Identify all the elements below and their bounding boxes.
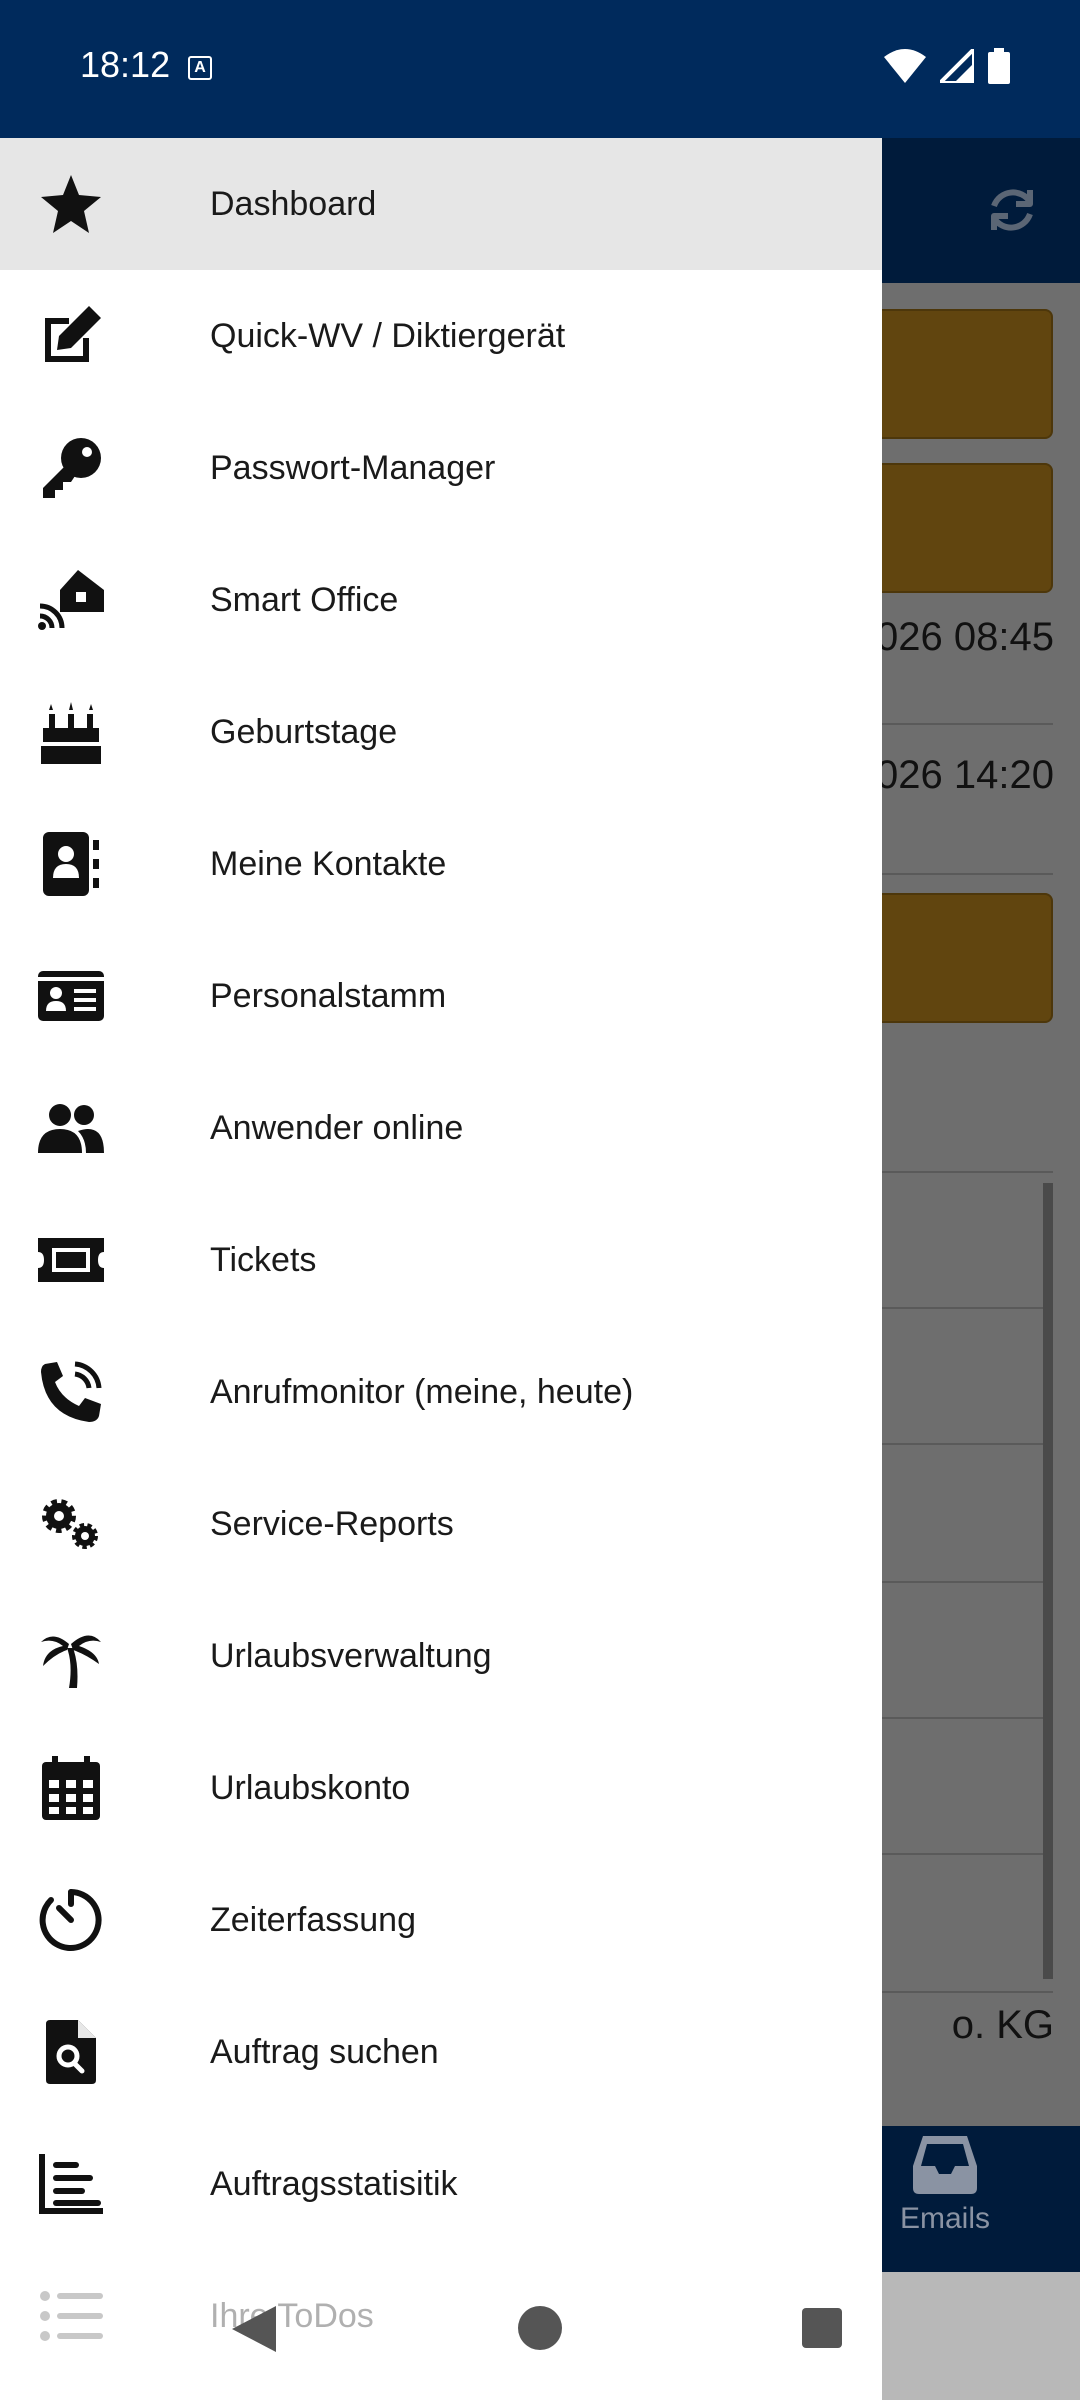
- star-icon: [36, 172, 106, 236]
- row-text: o. KG: [951, 2003, 1054, 2047]
- drawer-item-tickets[interactable]: Tickets: [0, 1194, 882, 1326]
- wifi-icon: [884, 49, 926, 83]
- drawer-item-label: Passwort-Manager: [210, 449, 496, 487]
- drawer-item-label: Service-Reports: [210, 1505, 454, 1543]
- home-icon[interactable]: [518, 2306, 562, 2350]
- drawer-item-service-reports[interactable]: Service-Reports: [0, 1458, 882, 1590]
- drawer-item-anrufmonitor[interactable]: Anrufmonitor (meine, heute): [0, 1326, 882, 1458]
- scrollbar[interactable]: [1043, 1183, 1053, 1979]
- drawer-item-quick-wv[interactable]: Quick-WV / Diktiergerät: [0, 270, 882, 402]
- birthday-cake-icon: [36, 700, 106, 764]
- address-book-icon: [36, 832, 106, 896]
- back-icon[interactable]: [232, 2306, 276, 2352]
- drawer-item-meine-kontakte[interactable]: Meine Kontakte: [0, 798, 882, 930]
- key-icon: [36, 436, 106, 500]
- drawer-item-urlaubsverwaltung[interactable]: Urlaubsverwaltung: [0, 1590, 882, 1722]
- drawer-item-smart-office[interactable]: Smart Office: [0, 534, 882, 666]
- inbox-icon: [913, 2136, 977, 2194]
- signal-icon: [940, 49, 974, 83]
- drawer-item-label: Anrufmonitor (meine, heute): [210, 1373, 634, 1411]
- file-search-icon: [36, 2020, 106, 2084]
- drawer-item-anwender-online[interactable]: Anwender online: [0, 1062, 882, 1194]
- drawer-item-label: Meine Kontakte: [210, 845, 447, 883]
- drawer-item-auftrag-suchen[interactable]: Auftrag suchen: [0, 1986, 882, 2118]
- system-icons: [884, 48, 1010, 84]
- row-text: 026 14:20: [876, 753, 1054, 797]
- drawer-item-label: Zeiterfassung: [210, 1901, 416, 1939]
- drawer-item-label: Quick-WV / Diktiergerät: [210, 317, 566, 355]
- ticket-icon: [36, 1228, 106, 1292]
- phone-volume-icon: [36, 1360, 106, 1424]
- drawer-item-passwort-manager[interactable]: Passwort-Manager: [0, 402, 882, 534]
- drawer-item-geburtstage[interactable]: Geburtstage: [0, 666, 882, 798]
- smart-home-icon: [36, 568, 106, 632]
- drawer-item-label: Urlaubskonto: [210, 1769, 411, 1807]
- chart-bar-icon: [36, 2152, 106, 2216]
- drawer-item-dashboard[interactable]: Dashboard: [0, 138, 882, 270]
- drawer-item-label: Personalstamm: [210, 977, 447, 1015]
- system-navigation-bar: [0, 2262, 1080, 2400]
- recents-icon[interactable]: [802, 2308, 842, 2348]
- drawer-item-label: Anwender online: [210, 1109, 464, 1147]
- id-card-icon: [36, 964, 106, 1028]
- navigation-drawer: Dashboard Quick-WV / Diktiergerät Passwo…: [0, 138, 882, 2400]
- cogs-icon: [36, 1492, 106, 1556]
- drawer-item-zeiterfassung[interactable]: Zeiterfassung: [0, 1854, 882, 1986]
- edit-icon: [36, 304, 106, 368]
- nav-emails-label: Emails: [899, 2202, 990, 2235]
- drawer-item-label: Smart Office: [210, 581, 399, 619]
- nav-emails[interactable]: Emails: [880, 2136, 1010, 2236]
- drawer-item-personalstamm[interactable]: Personalstamm: [0, 930, 882, 1062]
- drawer-item-label: Dashboard: [210, 185, 377, 223]
- status-bar: 18:12 A: [0, 0, 1080, 138]
- users-icon: [36, 1096, 106, 1160]
- drawer-item-label: Auftrag suchen: [210, 2033, 439, 2071]
- drawer-item-label: Geburtstage: [210, 713, 398, 751]
- keyboard-indicator-icon: A: [188, 56, 212, 80]
- refresh-icon[interactable]: [984, 182, 1040, 238]
- row-text: 026 08:45: [876, 615, 1054, 659]
- battery-icon: [988, 48, 1010, 84]
- status-time: 18:12: [80, 44, 171, 85]
- drawer-item-label: Auftragsstatisitik: [210, 2165, 458, 2203]
- palm-tree-icon: [36, 1624, 106, 1688]
- drawer-item-label: Urlaubsverwaltung: [210, 1637, 492, 1675]
- calendar-icon: [36, 1756, 106, 1820]
- drawer-item-auftragsstatistik[interactable]: Auftragsstatisitik: [0, 2118, 882, 2250]
- drawer-item-label: Tickets: [210, 1241, 317, 1279]
- drawer-item-urlaubskonto[interactable]: Urlaubskonto: [0, 1722, 882, 1854]
- timer-icon: [36, 1888, 106, 1952]
